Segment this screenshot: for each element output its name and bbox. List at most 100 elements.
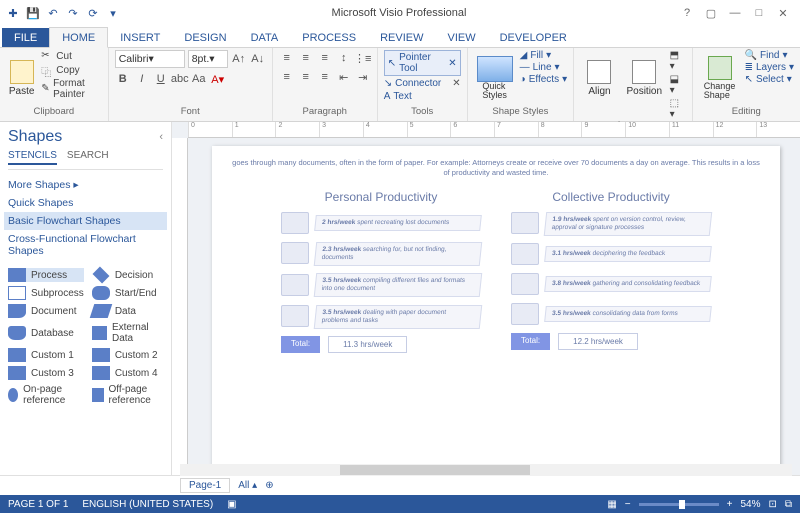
decrease-indent-icon[interactable]: ⇤	[336, 69, 352, 85]
cross-functional-link[interactable]: Cross-Functional Flowchart Shapes	[8, 230, 163, 260]
bullets-icon[interactable]: ⋮≡	[355, 50, 371, 66]
zoom-level[interactable]: 54%	[740, 499, 760, 510]
ribbon-collapse-icon[interactable]: ▢	[702, 7, 720, 20]
tab-home[interactable]: HOME	[49, 27, 108, 48]
shape-database[interactable]: Database	[8, 322, 84, 344]
text-tool-button[interactable]: AText	[384, 91, 412, 102]
strike-button[interactable]: abc	[172, 71, 188, 87]
help-icon[interactable]: ?	[678, 7, 696, 20]
shape-custom2[interactable]: Custom 2	[92, 348, 163, 362]
paste-button[interactable]: Paste	[6, 50, 37, 106]
grow-font-icon[interactable]: A↑	[231, 51, 247, 67]
search-tab[interactable]: SEARCH	[67, 150, 109, 165]
align-left-icon[interactable]: ≡	[279, 69, 295, 85]
fit-page-icon[interactable]: ⊡	[768, 499, 776, 510]
increase-indent-icon[interactable]: ⇥	[355, 69, 371, 85]
shape-onpage-ref[interactable]: On-page reference	[8, 384, 84, 406]
macro-record-icon[interactable]: ▣	[227, 499, 236, 510]
change-shape-button[interactable]: Change Shape	[699, 50, 741, 106]
text-case-button[interactable]: Aa	[191, 71, 207, 87]
qat-customize-icon[interactable]: ▾	[106, 6, 120, 20]
maximize-icon[interactable]: □	[750, 7, 768, 20]
minimize-icon[interactable]: —	[726, 7, 744, 20]
italic-button[interactable]: I	[134, 71, 150, 87]
shape-subprocess[interactable]: Subprocess	[8, 286, 84, 300]
align-middle-icon[interactable]: ≡	[298, 50, 314, 66]
send-back-icon[interactable]: ⬓ ▾	[670, 74, 686, 96]
effects-button[interactable]: ◑Effects ▾	[520, 74, 567, 85]
more-shapes-link[interactable]: More Shapes ▸	[8, 176, 163, 194]
underline-button[interactable]: U	[153, 71, 169, 87]
drawing-page[interactable]: goes through many documents, often in th…	[212, 146, 780, 467]
copy-button[interactable]: ⿻Copy	[41, 64, 101, 76]
presentation-mode-icon[interactable]: ▦	[607, 499, 616, 510]
tab-file[interactable]: FILE	[2, 28, 49, 47]
shapes-collapse-icon[interactable]: ‹	[159, 131, 163, 143]
quick-styles-button[interactable]: Quick Styles	[474, 50, 516, 106]
font-family-select[interactable]: Calibri ▾	[115, 50, 185, 68]
tab-review[interactable]: REVIEW	[368, 28, 435, 47]
tab-design[interactable]: DESIGN	[172, 28, 238, 47]
shape-custom4[interactable]: Custom 4	[92, 366, 163, 380]
position-button[interactable]: Position	[625, 50, 664, 106]
select-button[interactable]: ↖ Select ▾	[745, 74, 794, 85]
all-pages-link[interactable]: All ▴	[238, 480, 257, 491]
add-page-button[interactable]: ⊕	[265, 480, 273, 491]
format-painter-button[interactable]: ✎Format Painter	[41, 78, 101, 100]
basic-flowchart-link[interactable]: Basic Flowchart Shapes	[4, 212, 167, 230]
text-icon: A	[384, 91, 391, 102]
save-icon[interactable]: 💾	[26, 6, 40, 20]
tab-process[interactable]: PROCESS	[290, 28, 368, 47]
stencils-tab[interactable]: STENCILS	[8, 150, 57, 165]
align-center-icon[interactable]: ≡	[298, 69, 314, 85]
shape-process[interactable]: Process	[8, 268, 84, 282]
pointer-tool-button[interactable]: ↖Pointer Tool✕	[384, 50, 461, 76]
shape-startend[interactable]: Start/End	[92, 286, 163, 300]
zoom-out-button[interactable]: −	[625, 499, 631, 510]
page-indicator[interactable]: PAGE 1 OF 1	[8, 499, 68, 510]
shape-document[interactable]: Document	[8, 304, 84, 318]
find-button[interactable]: 🔍 Find ▾	[745, 50, 794, 61]
orientation-icon[interactable]: ↕	[336, 50, 352, 66]
align-top-icon[interactable]: ≡	[279, 50, 295, 66]
language-indicator[interactable]: ENGLISH (UNITED STATES)	[82, 499, 213, 510]
switch-windows-icon[interactable]: ⧉	[785, 499, 792, 510]
close-icon[interactable]: ✕	[774, 7, 792, 20]
layers-button[interactable]: ≣ Layers ▾	[745, 62, 794, 73]
tab-view[interactable]: VIEW	[435, 28, 487, 47]
font-color-button[interactable]: A▾	[210, 71, 226, 87]
align-button[interactable]: Align	[580, 50, 619, 106]
page-tab-1[interactable]: Page-1	[180, 478, 230, 493]
shape-external-data[interactable]: External Data	[92, 322, 163, 344]
align-bottom-icon[interactable]: ≡	[317, 50, 333, 66]
tab-insert[interactable]: INSERT	[108, 28, 172, 47]
zoom-slider[interactable]	[639, 503, 719, 506]
horizontal-scrollbar[interactable]	[180, 464, 792, 476]
tab-developer[interactable]: DEVELOPER	[488, 28, 579, 47]
tab-data[interactable]: DATA	[239, 28, 291, 47]
ruler-vertical	[172, 138, 188, 475]
shape-palette: Process Decision Subprocess Start/End Do…	[8, 268, 163, 406]
zoom-in-button[interactable]: +	[727, 499, 733, 510]
shrink-font-icon[interactable]: A↓	[250, 51, 266, 67]
shape-custom3[interactable]: Custom 3	[8, 366, 84, 380]
crop-icon[interactable]: ✕	[448, 58, 456, 69]
shape-decision[interactable]: Decision	[92, 268, 163, 282]
shape-offpage-ref[interactable]: Off-page reference	[92, 384, 163, 406]
shape-custom1[interactable]: Custom 1	[8, 348, 84, 362]
delete-icon[interactable]: ✕	[452, 78, 460, 89]
redo-icon[interactable]: ↷	[66, 6, 80, 20]
shape-data[interactable]: Data	[92, 304, 163, 318]
bring-front-icon[interactable]: ⬒ ▾	[670, 50, 686, 72]
group-icon[interactable]: ⬚ ▾	[670, 98, 686, 120]
quick-shapes-link[interactable]: Quick Shapes	[8, 194, 163, 212]
fill-button[interactable]: ◢Fill ▾	[520, 50, 567, 61]
refresh-icon[interactable]: ⟳	[86, 6, 100, 20]
bold-button[interactable]: B	[115, 71, 131, 87]
connector-tool-button[interactable]: ↘Connector✕	[384, 78, 461, 89]
line-button[interactable]: —Line ▾	[520, 62, 567, 73]
align-right-icon[interactable]: ≡	[317, 69, 333, 85]
undo-icon[interactable]: ↶	[46, 6, 60, 20]
cut-button[interactable]: ✂Cut	[41, 50, 101, 62]
font-size-select[interactable]: 8pt. ▾	[188, 50, 228, 68]
